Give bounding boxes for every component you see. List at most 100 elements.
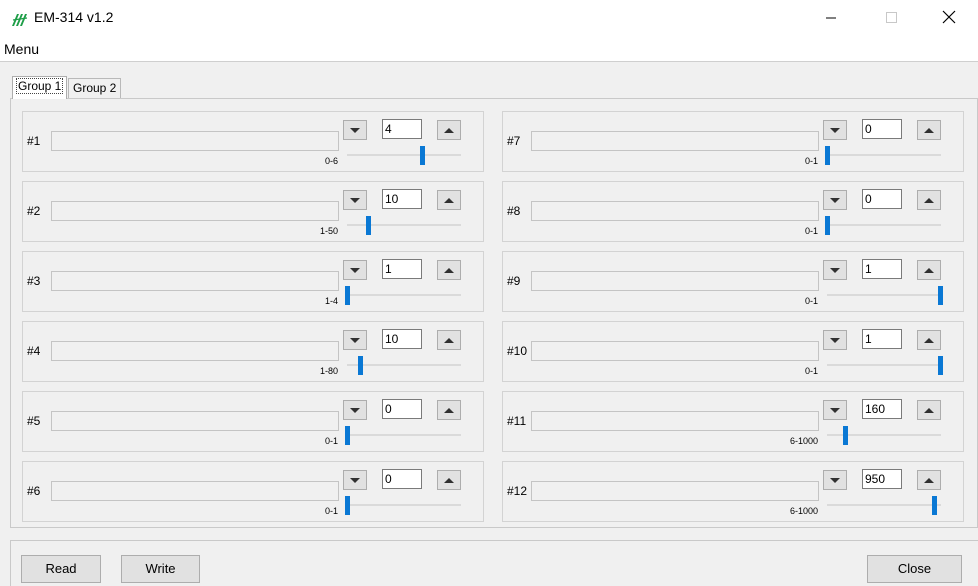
parameter-label: #1	[27, 134, 41, 148]
menu-item[interactable]: Menu	[4, 41, 39, 57]
decrement-button[interactable]	[823, 260, 847, 280]
increment-button[interactable]	[917, 120, 941, 140]
parameter-group: #11 6-1000	[502, 391, 964, 452]
range-label: 0-1	[324, 506, 338, 516]
arrow-down-icon	[830, 267, 840, 273]
parameter-label: #6	[27, 484, 41, 498]
parameter-value-input[interactable]	[382, 119, 422, 139]
arrow-down-icon	[350, 337, 360, 343]
increment-button[interactable]	[437, 260, 461, 280]
slider-track[interactable]	[347, 364, 461, 366]
tab-group-1[interactable]: Group 1	[12, 76, 68, 99]
slider-track[interactable]	[347, 504, 461, 506]
parameter-value-input[interactable]	[382, 399, 422, 419]
slider-thumb[interactable]	[357, 356, 363, 375]
range-label: 6-1000	[789, 506, 818, 516]
increment-button[interactable]	[917, 330, 941, 350]
increment-button[interactable]	[437, 120, 461, 140]
decrement-button[interactable]	[343, 400, 367, 420]
parameter-text-field	[51, 341, 339, 361]
slider-thumb[interactable]	[825, 216, 830, 235]
increment-button[interactable]	[917, 470, 941, 490]
increment-button[interactable]	[917, 260, 941, 280]
range-label: 0-1	[804, 226, 818, 236]
increment-button[interactable]	[437, 190, 461, 210]
minimize-button[interactable]	[808, 0, 854, 36]
increment-button[interactable]	[917, 190, 941, 210]
slider-thumb[interactable]	[345, 496, 350, 515]
minimize-icon	[826, 17, 836, 19]
slider-track[interactable]	[827, 364, 941, 366]
parameter-text-field	[531, 341, 819, 361]
range-label: 6-1000	[789, 436, 818, 446]
decrement-button[interactable]	[823, 120, 847, 140]
slider-thumb[interactable]	[938, 356, 943, 375]
slider-thumb[interactable]	[420, 146, 426, 165]
decrement-button[interactable]	[343, 330, 367, 350]
arrow-down-icon	[350, 477, 360, 483]
range-label: 0-1	[324, 436, 338, 446]
parameter-label: #7	[507, 134, 521, 148]
range-label: 0-1	[804, 366, 818, 376]
slider-track[interactable]	[827, 294, 941, 296]
arrow-up-icon	[444, 127, 454, 133]
arrow-down-icon	[350, 267, 360, 273]
parameter-label: #8	[507, 204, 521, 218]
parameter-text-field	[51, 481, 339, 501]
slider-thumb[interactable]	[825, 146, 830, 165]
read-button[interactable]: Read	[21, 555, 101, 583]
increment-button[interactable]	[917, 400, 941, 420]
slider-track[interactable]	[827, 504, 941, 506]
slider-track[interactable]	[347, 434, 461, 436]
increment-button[interactable]	[437, 400, 461, 420]
app-logo-icon	[12, 14, 28, 26]
range-label: 0-6	[324, 156, 338, 166]
slider-thumb[interactable]	[365, 216, 371, 235]
write-button[interactable]: Write	[121, 555, 200, 583]
arrow-down-icon	[350, 197, 360, 203]
arrow-up-icon	[924, 197, 934, 203]
slider-track[interactable]	[347, 224, 461, 226]
parameter-value-input[interactable]	[382, 329, 422, 349]
parameter-group: #9 0-1	[502, 251, 964, 312]
parameter-value-input[interactable]	[862, 469, 902, 489]
decrement-button[interactable]	[823, 330, 847, 350]
slider-track[interactable]	[827, 154, 941, 156]
parameter-value-input[interactable]	[862, 399, 902, 419]
increment-button[interactable]	[437, 330, 461, 350]
decrement-button[interactable]	[343, 120, 367, 140]
decrement-button[interactable]	[343, 190, 367, 210]
tab-group-2[interactable]: Group 2	[68, 78, 122, 99]
slider-track[interactable]	[827, 224, 941, 226]
slider-thumb[interactable]	[932, 496, 938, 515]
decrement-button[interactable]	[343, 260, 367, 280]
decrement-button[interactable]	[823, 400, 847, 420]
parameter-value-input[interactable]	[862, 189, 902, 209]
close-window-button[interactable]	[926, 0, 972, 36]
arrow-up-icon	[444, 197, 454, 203]
decrement-button[interactable]	[343, 470, 367, 490]
parameter-value-input[interactable]	[862, 329, 902, 349]
slider-thumb[interactable]	[938, 286, 943, 305]
parameter-value-input[interactable]	[382, 189, 422, 209]
slider-thumb[interactable]	[345, 286, 350, 305]
slider-thumb[interactable]	[842, 426, 848, 445]
arrow-down-icon	[830, 197, 840, 203]
slider-track[interactable]	[347, 154, 461, 156]
decrement-button[interactable]	[823, 470, 847, 490]
parameter-value-input[interactable]	[862, 259, 902, 279]
parameter-label: #9	[507, 274, 521, 288]
slider-track[interactable]	[347, 294, 461, 296]
increment-button[interactable]	[437, 470, 461, 490]
close-button[interactable]: Close	[867, 555, 962, 583]
slider-thumb[interactable]	[345, 426, 350, 445]
parameter-group: #10 0-1	[502, 321, 964, 382]
parameter-group: #3 1-4	[22, 251, 484, 312]
arrow-up-icon	[924, 267, 934, 273]
parameter-value-input[interactable]	[382, 259, 422, 279]
arrow-up-icon	[444, 337, 454, 343]
parameter-value-input[interactable]	[382, 469, 422, 489]
parameter-value-input[interactable]	[862, 119, 902, 139]
maximize-button[interactable]	[868, 0, 914, 36]
decrement-button[interactable]	[823, 190, 847, 210]
